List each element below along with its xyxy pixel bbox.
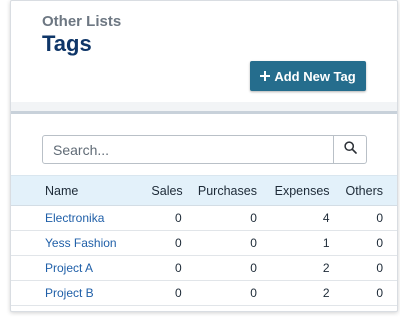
tag-link[interactable]: Project B <box>45 286 94 300</box>
expenses-cell: 1 <box>322 236 330 250</box>
others-cell: 0 <box>376 211 383 225</box>
column-header-sales[interactable]: Sales <box>126 175 183 206</box>
expenses-cell: 4 <box>322 211 330 225</box>
page-header: Other Lists Tags Add New Tag <box>11 1 397 102</box>
purchases-cell: 0 <box>250 261 257 275</box>
add-new-tag-button[interactable]: Add New Tag <box>250 61 366 91</box>
plus-icon <box>260 68 271 84</box>
sales-cell: 0 <box>175 286 182 300</box>
column-header-purchases[interactable]: Purchases <box>182 175 258 206</box>
search-button[interactable] <box>333 136 366 163</box>
column-header-expenses[interactable]: Expenses <box>257 175 331 206</box>
sales-cell: 0 <box>175 211 182 225</box>
column-header-name[interactable]: Name <box>11 175 127 206</box>
column-header-others[interactable]: Others <box>330 175 397 206</box>
others-cell: 0 <box>376 236 383 250</box>
page-eyebrow: Other Lists <box>42 13 122 30</box>
purchases-cell: 0 <box>250 236 257 250</box>
tag-link[interactable]: Yess Fashion <box>45 236 117 250</box>
purchases-cell: 0 <box>250 286 257 300</box>
tags-panel: Other Lists Tags Add New Tag Name Sales <box>10 0 398 312</box>
expenses-cell: 2 <box>322 286 330 300</box>
page-title: Tags <box>42 31 92 56</box>
tags-table: Name Sales Purchases Expenses Others Ele… <box>11 175 397 306</box>
tag-link[interactable]: Electronika <box>45 211 104 225</box>
sales-cell: 0 <box>175 236 182 250</box>
table-header-row: Name Sales Purchases Expenses Others <box>11 175 397 206</box>
table-row: Yess Fashion 0 0 1 0 <box>11 231 397 256</box>
tag-link[interactable]: Project A <box>45 261 93 275</box>
sales-cell: 0 <box>175 261 182 275</box>
expenses-cell: 2 <box>322 261 330 275</box>
search-icon <box>343 140 357 159</box>
header-divider <box>11 102 397 114</box>
table-row: Project A 0 0 2 0 <box>11 256 397 281</box>
add-new-tag-label: Add New Tag <box>274 68 356 84</box>
purchases-cell: 0 <box>250 211 257 225</box>
search-box <box>42 135 367 164</box>
table-row: Project B 0 0 2 0 <box>11 281 397 306</box>
search-input[interactable] <box>43 136 333 163</box>
others-cell: 0 <box>376 286 383 300</box>
others-cell: 0 <box>376 261 383 275</box>
table-row: Electronika 0 0 4 0 <box>11 206 397 231</box>
